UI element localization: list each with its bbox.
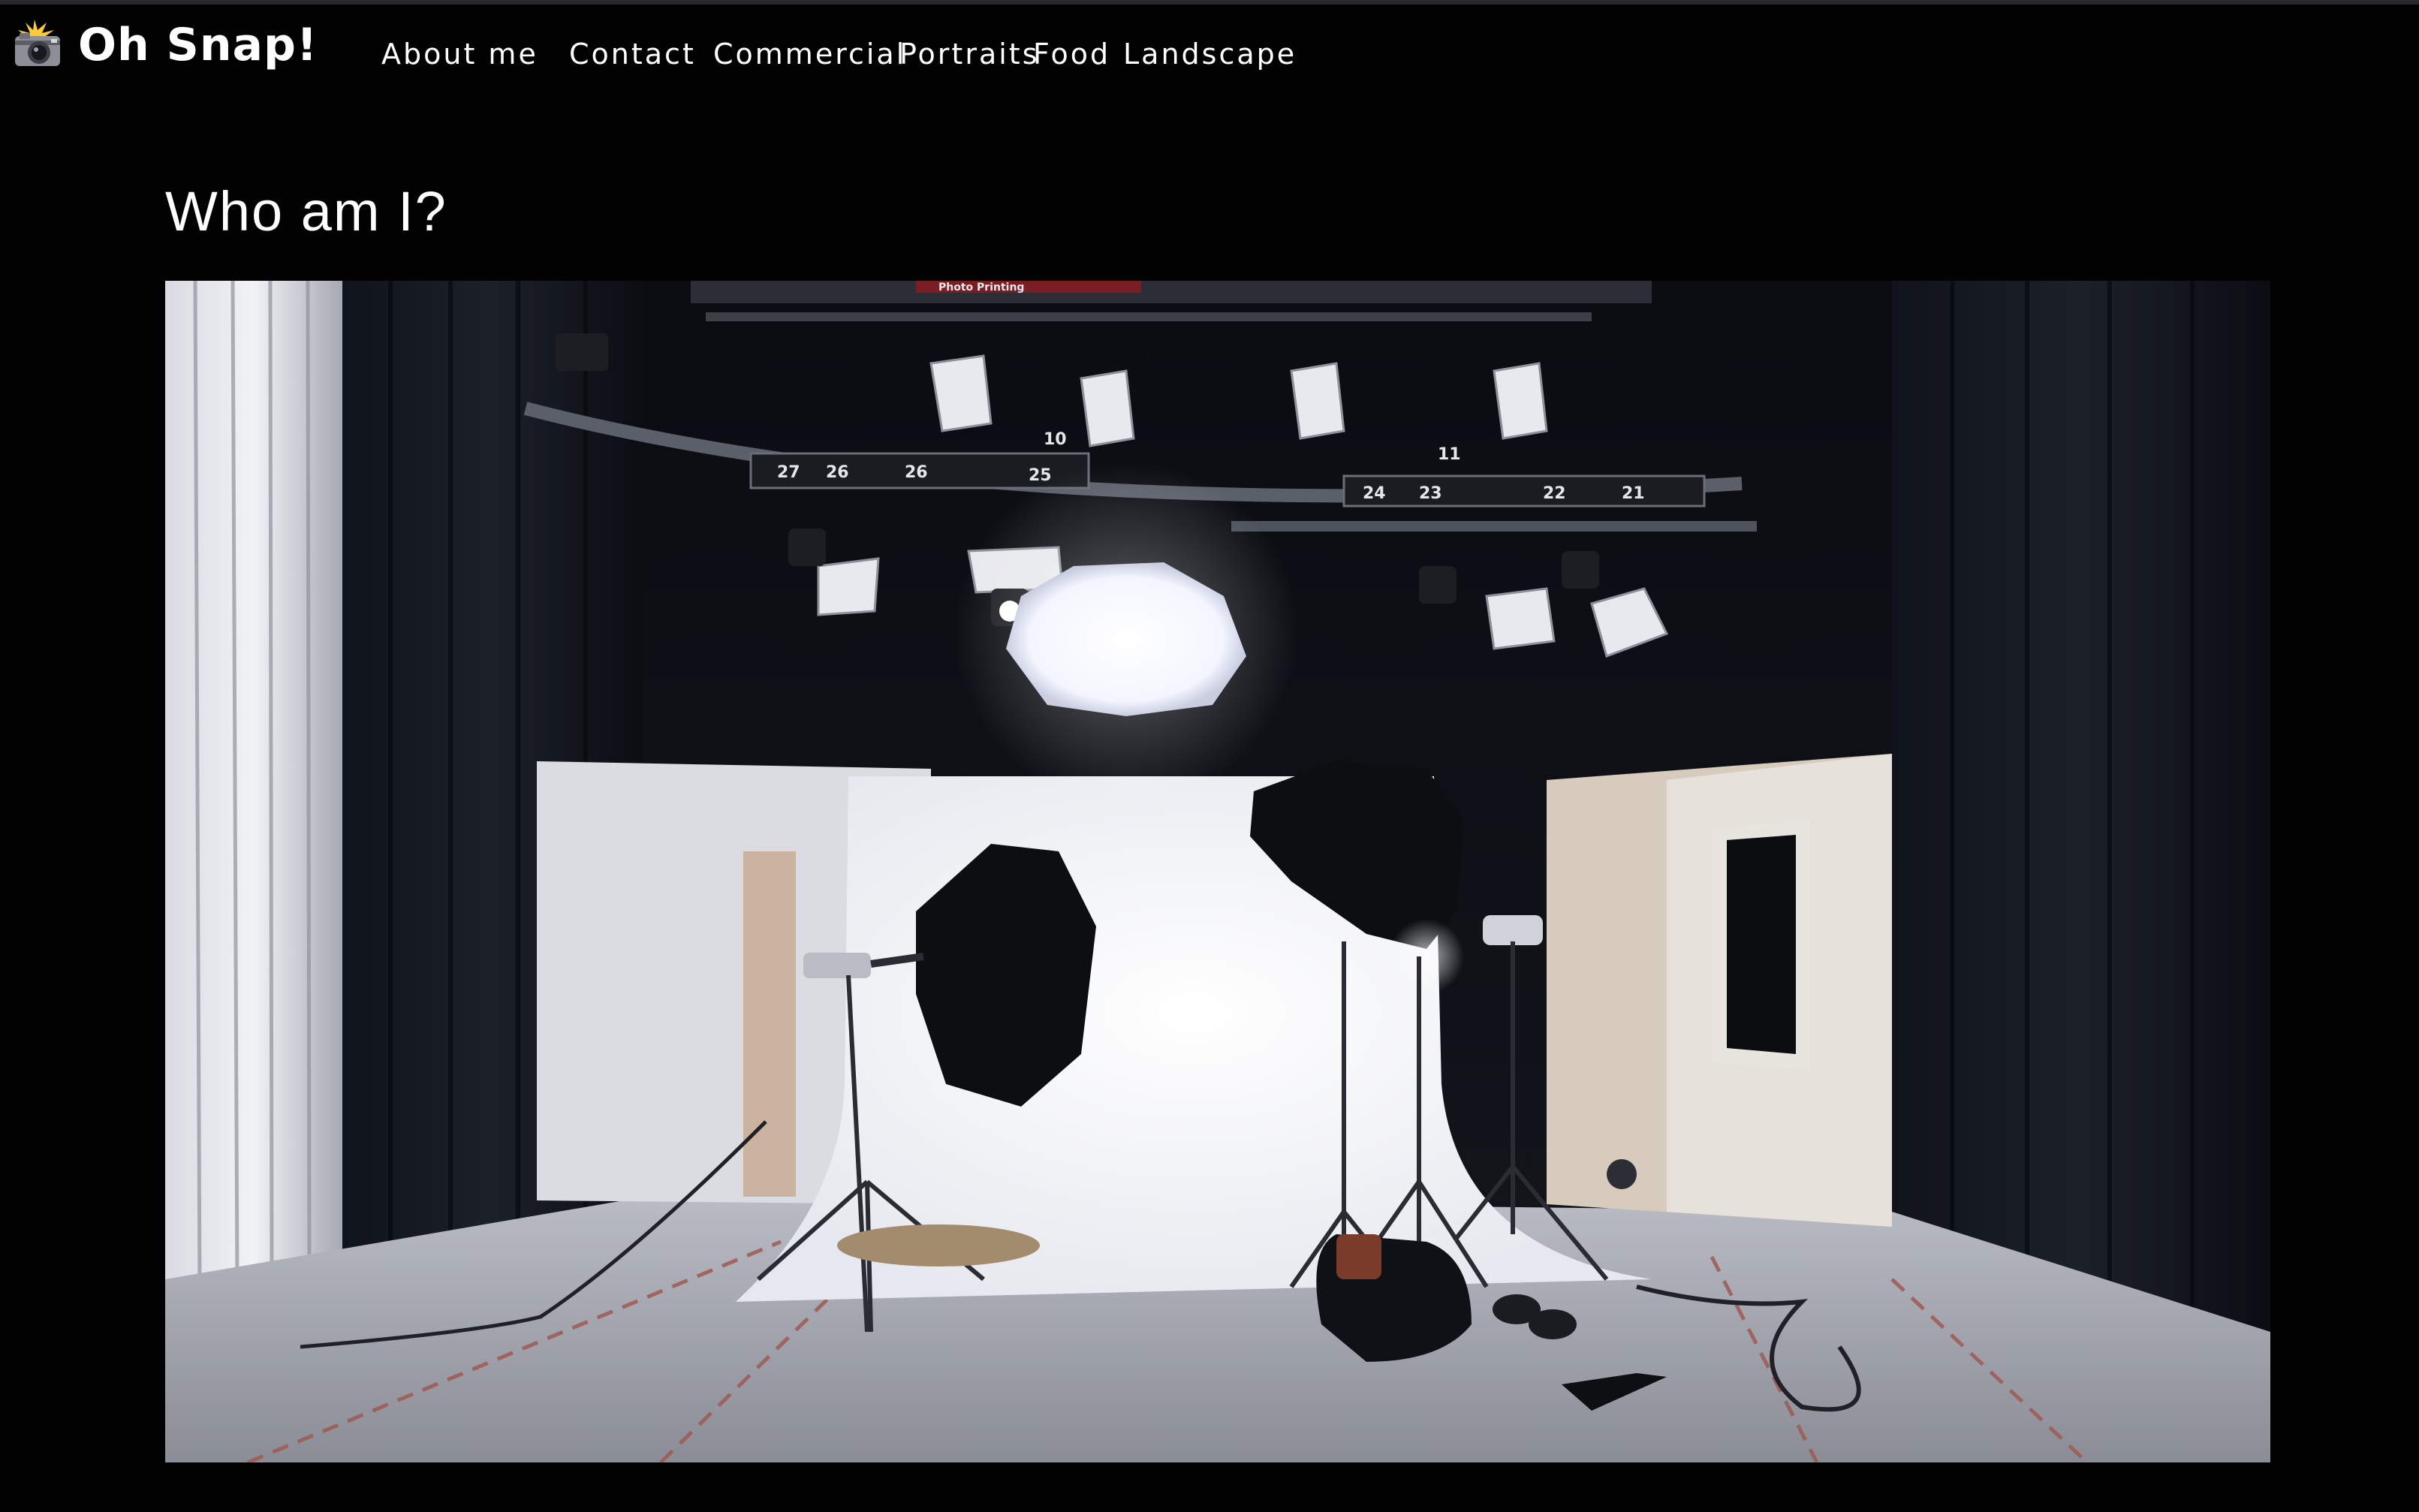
nav-about-me[interactable]: About me — [381, 33, 538, 75]
studio-number: 26 — [905, 463, 928, 482]
studio-number: 24 — [1363, 484, 1386, 503]
nav-portraits[interactable]: Portraits — [899, 33, 1040, 75]
page-heading: Who am I? — [165, 180, 447, 242]
studio-sign-banner: Photo Printing — [938, 282, 1024, 294]
studio-number: 26 — [826, 463, 849, 482]
studio-number: 22 — [1543, 484, 1566, 503]
camera-flash-icon — [12, 20, 63, 71]
brand-link[interactable]: Oh Snap! — [12, 15, 318, 75]
hero-image: Photo Printing 27 26 26 25 10 11 24 23 2… — [165, 281, 2270, 1462]
studio-number: 11 — [1438, 445, 1461, 464]
studio-number: 23 — [1419, 484, 1442, 503]
nav-landscape[interactable]: Landscape — [1123, 33, 1297, 75]
nav-contact[interactable]: Contact — [569, 33, 696, 75]
nav-food[interactable]: Food — [1033, 33, 1110, 75]
studio-number: 27 — [777, 463, 800, 482]
brand-title: Oh Snap! — [78, 19, 318, 71]
navbar: Oh Snap! About me Contact Commercial Por… — [0, 5, 2419, 95]
studio-number: 21 — [1622, 484, 1645, 503]
studio-number: 10 — [1044, 430, 1067, 449]
nav-commercial[interactable]: Commercial — [713, 33, 906, 75]
